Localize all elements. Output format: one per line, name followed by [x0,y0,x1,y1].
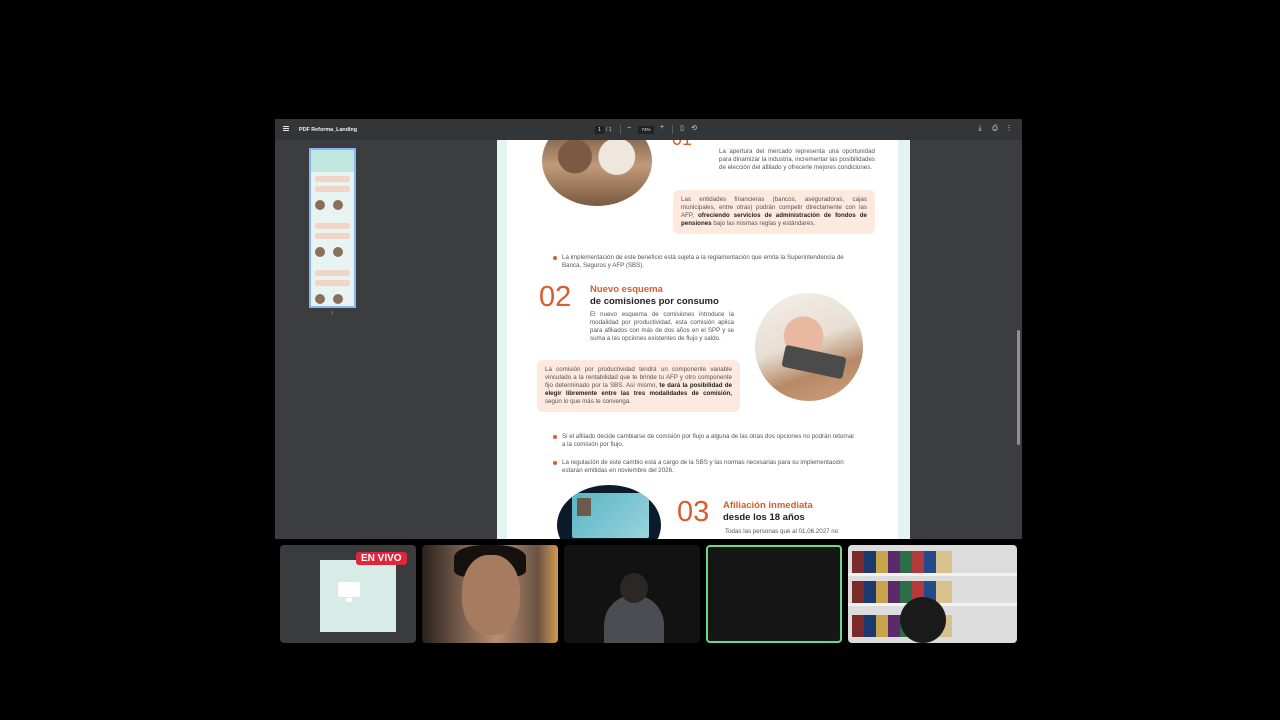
section3-body: Todas las personas que al 01.06.2027 no [725,528,839,535]
thumbnail-sidebar: 1 [275,140,390,539]
page-thumbnail[interactable] [309,148,356,308]
participant-head [620,573,648,603]
page-decor-right [898,140,910,539]
fit-page-icon[interactable]: ▯ [678,125,686,133]
section2-subtitle: de comisiones por consumo [590,296,719,307]
page-decor-left [497,140,507,539]
section1-body: La apertura del mercado representa una o… [719,148,875,171]
participant-tile-video[interactable] [422,545,558,643]
pdf-toolbar: PDF Reforma_Landing 1 / 1 − 74% + ▯ ⟲ ⤓ … [275,119,1022,140]
toolbar-divider [620,125,621,134]
zoom-out-button[interactable]: − [627,125,631,132]
page-number-input[interactable]: 1 [595,126,604,134]
chess-photo [542,140,652,206]
participant-tile-presenter[interactable]: EN VIVO [280,545,416,643]
section2-bullet: La regulación de este cambio está a carg… [553,459,858,475]
zoom-in-button[interactable]: + [660,124,664,131]
print-icon[interactable]: ⎙ [991,125,999,133]
section-number: 02 [539,281,572,313]
section3-title: Afiliación inmediata [723,500,813,511]
participant-head [900,597,946,643]
section-number: 03 [677,496,710,528]
participant-tile-active-speaker[interactable] [706,545,842,643]
participant-tile-video[interactable] [848,545,1017,643]
screen-share-icon [338,582,360,602]
section2-bullet: Si el afiliado decide cambiarse de comis… [553,433,858,449]
participant-strip: EN VIVO [280,545,1017,643]
more-options-icon[interactable]: ⋮ [1005,125,1013,133]
vertical-scrollbar[interactable] [1017,330,1020,445]
live-badge: EN VIVO [356,552,407,565]
section1-callout: Las entidades financieras (bancos, asegu… [673,190,875,234]
document-title: PDF Reforma_Landing [299,127,358,133]
page-total: / 1 [606,127,612,133]
section2-callout: La comisión por productividad tendrá un … [537,360,740,412]
thumbnail-page-label: 1 [331,310,334,315]
section3-subtitle: desde los 18 años [723,512,805,523]
participant-tile-video[interactable] [564,545,700,643]
toolbar-divider [672,125,673,134]
section-number: 01 [672,140,692,150]
section2-body: El nuevo esquema de comisiones introduce… [590,311,734,342]
zoom-level-input[interactable]: 74% [638,126,654,134]
pdf-page: 01 La apertura del mercado representa un… [497,140,910,539]
section1-bullet: La implementación de este beneficio está… [553,254,863,270]
participant-face [462,555,520,635]
section2-title: Nuevo esquema [590,284,663,295]
rotate-icon[interactable]: ⟲ [690,125,698,133]
calculator-photo [755,293,863,401]
pdf-viewer-window: PDF Reforma_Landing 1 / 1 − 74% + ▯ ⟲ ⤓ … [275,119,1022,539]
menu-icon[interactable] [283,126,289,132]
download-icon[interactable]: ⤓ [976,125,984,133]
id-card-photo [557,485,661,539]
